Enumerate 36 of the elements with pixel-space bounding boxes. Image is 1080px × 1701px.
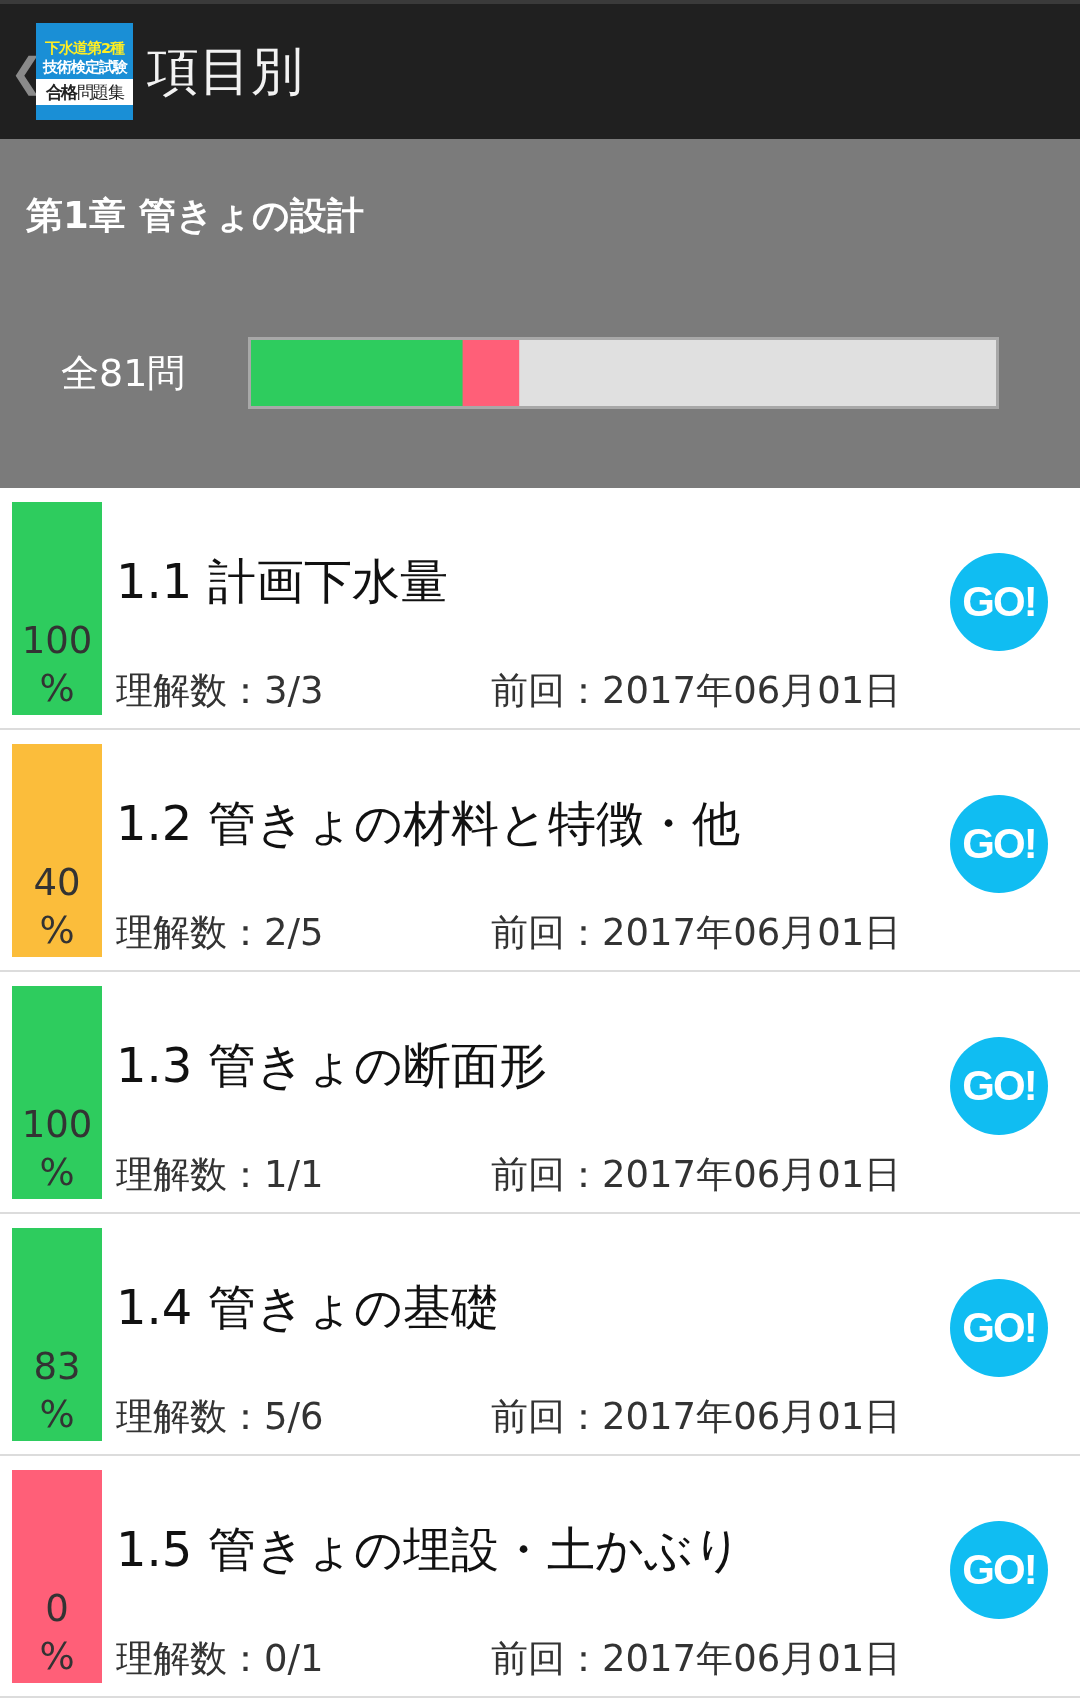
percent-value: 83 — [33, 1344, 81, 1390]
go-button[interactable]: GO! — [950, 794, 1048, 893]
logo-text: 技術検定試験 — [42, 57, 127, 77]
last-date: 前回：2017年06月01日 — [491, 1152, 902, 1198]
percent-value: 100 — [21, 1102, 93, 1148]
topic-title: 1.3 管きょの断面形 — [116, 1036, 548, 1095]
topic-title: 1.4 管きょの基礎 — [116, 1278, 500, 1337]
understood-count: 理解数：5/6 — [116, 1394, 325, 1440]
total-count: 全81問 — [60, 349, 187, 397]
logo-text: 合格問題集 — [36, 78, 133, 105]
percent-value: 100 — [21, 618, 93, 664]
last-date: 前回：2017年06月01日 — [491, 668, 902, 714]
understood-count: 理解数：0/1 — [116, 1636, 325, 1682]
back-button[interactable]: ❮ — [10, 48, 36, 95]
percent-value: 0 — [45, 1586, 69, 1632]
topic-title: 1.5 管きょの埋設・土かぶり — [116, 1520, 743, 1579]
go-button[interactable]: GO! — [950, 1278, 1048, 1377]
logo-text: 下水道第2種 — [44, 38, 125, 58]
percent-sign: % — [39, 1150, 75, 1196]
percent-value: 40 — [33, 860, 81, 906]
last-date: 前回：2017年06月01日 — [491, 1394, 902, 1440]
topic-title: 1.2 管きょの材料と特徴・他 — [116, 794, 741, 853]
screen-title: 項目別 — [147, 39, 303, 103]
go-button[interactable]: GO! — [950, 1520, 1048, 1619]
understood-count: 理解数：2/5 — [116, 910, 325, 956]
topic-title: 1.1 計画下水量 — [116, 552, 449, 611]
percent-sign: % — [39, 666, 75, 712]
percent-sign: % — [39, 1392, 75, 1438]
last-date: 前回：2017年06月01日 — [491, 1636, 902, 1682]
percent-sign: % — [39, 1634, 75, 1680]
percent-sign: % — [39, 908, 75, 954]
last-date: 前回：2017年06月01日 — [491, 910, 902, 956]
understood-count: 理解数：3/3 — [116, 668, 325, 714]
understood-count: 理解数：1/1 — [116, 1152, 325, 1198]
go-button[interactable]: GO! — [950, 1036, 1048, 1135]
go-button[interactable]: GO! — [950, 552, 1048, 651]
